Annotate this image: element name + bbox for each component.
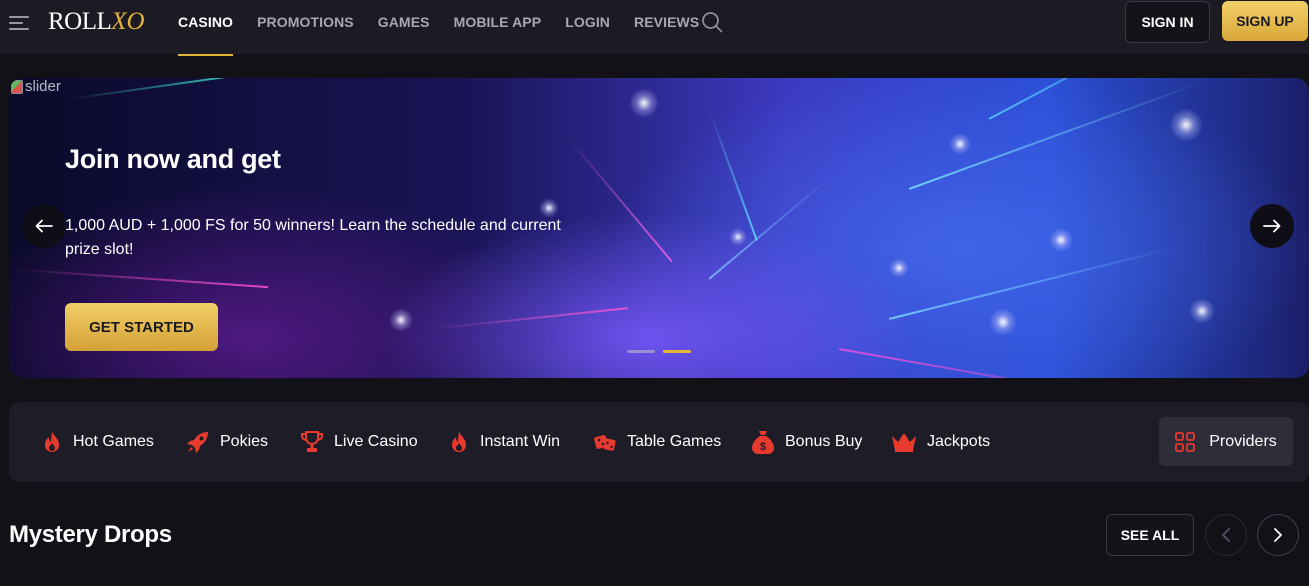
light-streak (68, 78, 248, 100)
carousel-next-button[interactable] (1257, 514, 1299, 556)
sparkle (1169, 108, 1203, 142)
slider-description: 1,000 AUD + 1,000 FS for 50 winners! Lea… (65, 217, 561, 258)
broken-image-icon (11, 79, 23, 94)
main-nav: CASINO PROMOTIONS GAMES MOBILE APP LOGIN… (178, 0, 723, 56)
get-started-button[interactable]: GET STARTED (65, 303, 218, 351)
category-bonus-buy[interactable]: $ Bonus Buy (751, 402, 862, 482)
light-streak (838, 348, 1165, 378)
see-all-button[interactable]: SEE ALL (1106, 514, 1194, 556)
category-label: Hot Games (73, 433, 154, 450)
nav-promotions[interactable]: PROMOTIONS (257, 0, 354, 54)
slider-title: Join now and get (65, 144, 281, 174)
light-streak (428, 307, 629, 330)
chevron-left-icon (1222, 528, 1230, 542)
sign-up-button[interactable]: SIGN UP (1222, 1, 1308, 41)
section-title: Mystery Drops (9, 521, 172, 548)
sparkle (629, 88, 659, 118)
nav-games[interactable]: GAMES (378, 0, 430, 54)
chevron-right-icon (1274, 528, 1282, 542)
logo[interactable]: ROLL XO (48, 6, 145, 38)
light-streak (888, 245, 1181, 320)
slider-prev-button[interactable] (22, 204, 66, 248)
nav-casino[interactable]: CASINO (178, 0, 234, 56)
slider-pagination (627, 350, 691, 353)
svg-text:$: $ (760, 441, 766, 453)
top-header: ROLL XO CASINO PROMOTIONS GAMES MOBILE AP… (0, 0, 1309, 56)
broken-image-alt-text: slider (25, 78, 61, 95)
nav-mobile-app[interactable]: MOBILE APP (454, 0, 542, 54)
crown-icon (892, 433, 916, 452)
light-streak (708, 108, 758, 241)
category-hot-games[interactable]: Hot Games (41, 402, 154, 482)
sparkle (729, 228, 747, 246)
category-label: Instant Win (480, 433, 561, 450)
sparkle (1189, 298, 1215, 324)
category-label: Pokies (220, 433, 269, 450)
slider-dot-active[interactable] (663, 350, 691, 353)
category-live-casino[interactable]: Live Casino (300, 402, 418, 482)
category-bar: Hot Games Pokies Live Casino Instant Win… (9, 402, 1309, 482)
light-streak (708, 175, 833, 280)
dice-icon (594, 435, 616, 451)
category-label: Live Casino (334, 433, 418, 450)
carousel-prev-button[interactable] (1205, 514, 1247, 556)
flame-icon (452, 431, 466, 452)
sparkle (389, 308, 413, 332)
slider-dot[interactable] (627, 350, 655, 353)
rocket-icon (187, 432, 208, 453)
hamburger-menu-icon[interactable] (9, 14, 31, 30)
broken-image-alt: slider (11, 78, 61, 95)
providers-label: Providers (1209, 432, 1277, 450)
sparkle (949, 133, 971, 155)
providers-button[interactable]: Providers (1159, 417, 1293, 466)
category-label: Table Games (627, 433, 722, 450)
trophy-icon (301, 431, 323, 452)
arrow-left-icon (35, 219, 53, 233)
search-icon[interactable] (701, 11, 723, 33)
nav-login[interactable]: LOGIN (565, 0, 610, 54)
category-table-games[interactable]: Table Games (593, 402, 721, 482)
hero-slider[interactable]: slider Join now and get 1,000 AUD + 1,00… (9, 78, 1309, 378)
category-label: Jackpots (927, 433, 991, 450)
grid-icon (1175, 431, 1196, 452)
money-bag-icon: $ (752, 431, 774, 454)
logo-accent: XO (111, 8, 145, 35)
category-instant-win[interactable]: Instant Win (448, 402, 560, 482)
logo-text: ROLL (48, 8, 112, 35)
slider-next-button[interactable] (1250, 204, 1294, 248)
category-label: Bonus Buy (785, 433, 863, 450)
nav-reviews[interactable]: REVIEWS (634, 0, 699, 54)
sparkle (1049, 228, 1073, 252)
category-jackpots[interactable]: Jackpots (891, 402, 990, 482)
arrow-right-icon (1263, 219, 1281, 233)
sign-in-button[interactable]: SIGN IN (1125, 1, 1210, 43)
light-streak (9, 268, 269, 289)
sparkle (989, 308, 1017, 336)
category-pokies[interactable]: Pokies (186, 402, 268, 482)
sparkle (889, 258, 909, 278)
flame-icon (45, 431, 59, 452)
